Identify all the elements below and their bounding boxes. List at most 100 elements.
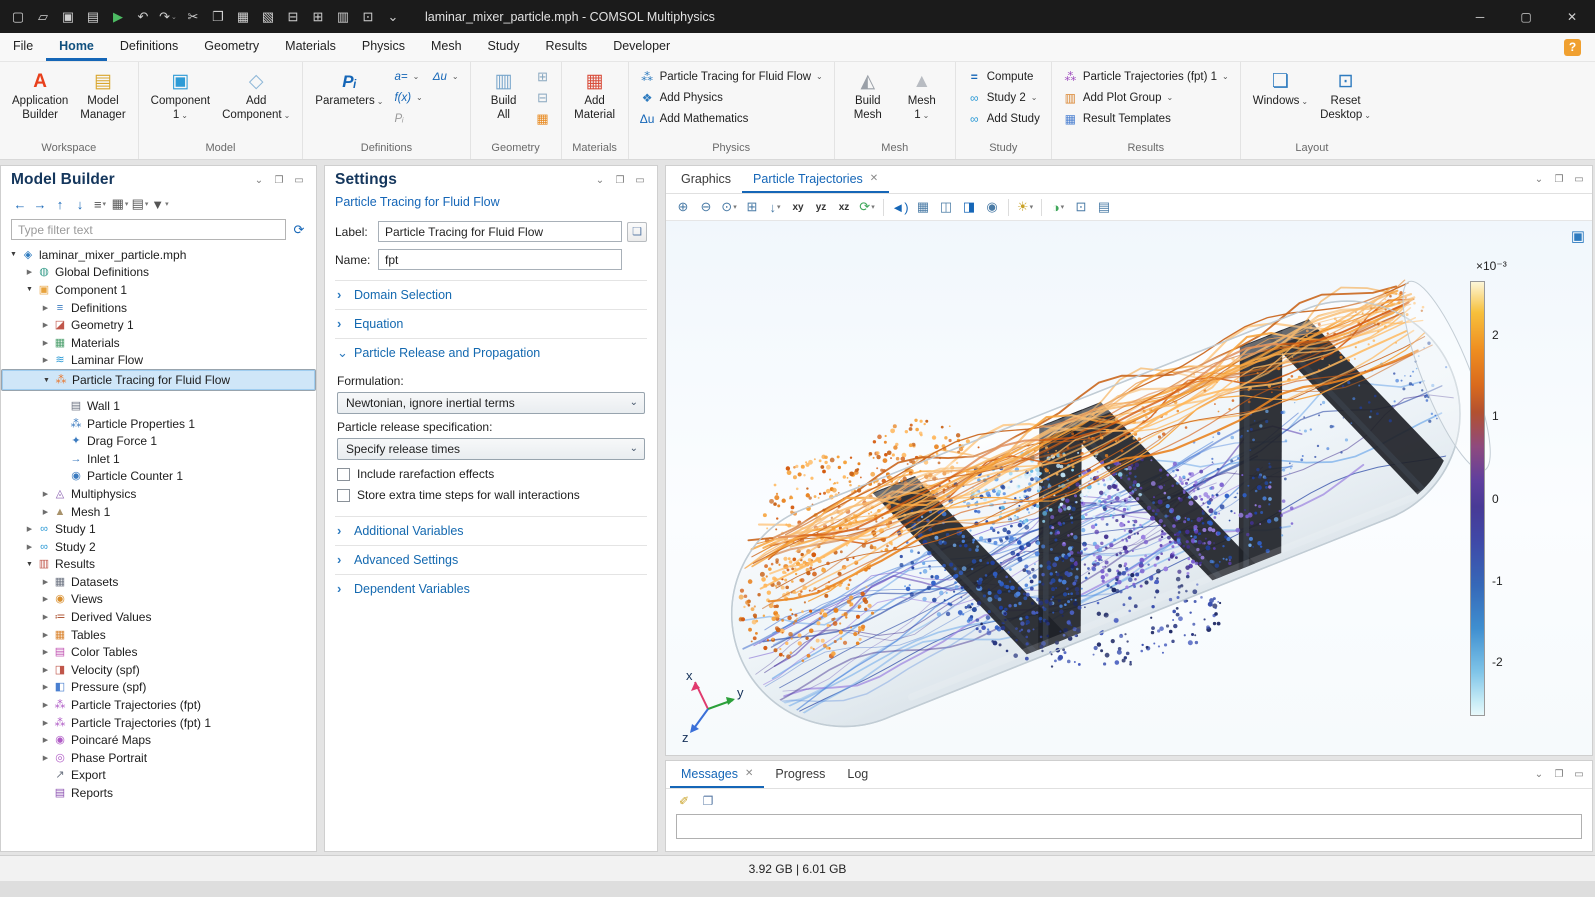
add-material-button[interactable]: ▦ Add Material [569, 66, 621, 124]
zoom-out-button[interactable]: ⊖ [695, 196, 717, 218]
tree-item-mesh-1[interactable]: ▶▲Mesh 1 [1, 503, 316, 521]
tree-item-multiphysics[interactable]: ▶◬Multiphysics [1, 485, 316, 503]
expand-icon[interactable]: ▶ [39, 304, 52, 312]
close-tab-icon[interactable]: ✕ [870, 173, 878, 184]
expand-icon[interactable]: ▶ [39, 648, 52, 656]
expand-icon[interactable]: ▶ [39, 356, 52, 364]
close-tab-icon[interactable]: ✕ [745, 768, 753, 779]
menu-tab-physics[interactable]: Physics [349, 33, 418, 61]
panel-menu-button[interactable]: ⌄ [1530, 171, 1548, 189]
expand-icon[interactable]: ▶ [39, 578, 52, 586]
expand-icon[interactable]: ▶ [39, 631, 52, 639]
collapse-expand-button[interactable]: ▦▾ [111, 194, 129, 214]
panel-options-button[interactable]: ▭ [1570, 171, 1588, 189]
scene-light-button[interactable]: ☀▾ [1014, 196, 1036, 218]
tab-progress[interactable]: Progress [764, 761, 836, 788]
expand-icon[interactable]: ▶ [39, 701, 52, 709]
move-down-button[interactable]: ↓ [71, 194, 89, 214]
refresh-icon[interactable]: ⟳ [290, 222, 308, 238]
maximize-button[interactable]: ▢ [1503, 0, 1549, 33]
show-grid-button[interactable]: ▦ [912, 196, 934, 218]
tree-item-color-tables[interactable]: ▶▤Color Tables [1, 643, 316, 661]
qat-delete-button[interactable]: ⊟ [281, 4, 305, 30]
geometry-parts-button[interactable]: ⊟ [532, 87, 554, 108]
tree-item-geometry-1[interactable]: ▶◪Geometry 1 [1, 316, 316, 334]
zoom-extents-button[interactable]: ⊞ [741, 196, 763, 218]
application-builder-button[interactable]: A Application Builder [7, 66, 73, 124]
tree-item-global-definitions[interactable]: ▶◍Global Definitions [1, 264, 316, 282]
menu-tab-home[interactable]: Home [46, 33, 107, 61]
tab-messages[interactable]: Messages✕ [670, 761, 764, 788]
tree-item-component-1[interactable]: ▼▣Component 1 [1, 281, 316, 299]
tree-item-particle-counter-1[interactable]: ◉Particle Counter 1 [1, 468, 316, 486]
tree-item-reports[interactable]: ▤Reports [1, 784, 316, 802]
component-1-button[interactable]: ▣ Component 1⌄ [146, 66, 215, 124]
minimize-button[interactable]: ─ [1457, 0, 1503, 33]
menu-tab-geometry[interactable]: Geometry [191, 33, 272, 61]
qat-undo-button[interactable]: ↶ [131, 4, 155, 30]
tab-graphics[interactable]: Graphics [670, 166, 742, 193]
section-dependent-variables[interactable]: › Dependent Variables [335, 574, 647, 603]
view-xz-button[interactable]: xz [833, 196, 855, 218]
tree-item-study-1[interactable]: ▶∞Study 1 [1, 520, 316, 538]
section-additional-variables[interactable]: › Additional Variables [335, 516, 647, 545]
definitions-u-button[interactable]: Δu⌄ [429, 66, 463, 87]
menu-tab-study[interactable]: Study [475, 33, 533, 61]
collapse-icon[interactable]: ▼ [40, 377, 53, 384]
tree-item-pressure-spf-[interactable]: ▶◧Pressure (spf) [1, 679, 316, 697]
add-plot-group-button[interactable]: ▥Add Plot Group⌄ [1059, 87, 1233, 108]
tree-item-laminar-flow[interactable]: ▶≋Laminar Flow [1, 352, 316, 370]
tree-item-study-2[interactable]: ▶∞Study 2 [1, 538, 316, 556]
study-2-button[interactable]: ∞Study 2⌄ [963, 87, 1044, 108]
tree-item-tables[interactable]: ▶▦Tables [1, 626, 316, 644]
tab-log[interactable]: Log [836, 761, 879, 788]
menu-tab-results[interactable]: Results [533, 33, 601, 61]
expand-icon[interactable]: ▶ [23, 525, 36, 533]
expand-icon[interactable]: ▶ [39, 595, 52, 603]
name-field-input[interactable] [378, 249, 622, 270]
add-component-button[interactable]: ◇ Add Component⌄ [217, 66, 295, 124]
view-yz-button[interactable]: yz [810, 196, 832, 218]
expand-icon[interactable]: ▶ [39, 719, 52, 727]
result-templates-button[interactable]: ▦Result Templates [1059, 108, 1233, 129]
section-equation[interactable]: › Equation [335, 309, 647, 338]
tree-item-phase-portrait[interactable]: ▶◎Phase Portrait [1, 749, 316, 767]
mesh-1-button[interactable]: ▲ Mesh 1⌄ [896, 66, 948, 124]
expand-icon[interactable]: ▶ [39, 508, 52, 516]
model-manager-button[interactable]: ▤ Model Manager [75, 66, 130, 124]
menu-tab-developer[interactable]: Developer [600, 33, 683, 61]
tree-item-derived-values[interactable]: ▶≔Derived Values [1, 608, 316, 626]
panel-options-button[interactable]: ▭ [290, 171, 308, 189]
qat-copy-button[interactable]: ❐ [206, 4, 230, 30]
expand-icon[interactable]: ▶ [23, 268, 36, 276]
qat-cut-button[interactable]: ✂ [181, 4, 205, 30]
section-particle-release[interactable]: ⌄ Particle Release and Propagation [335, 338, 647, 367]
add-physics-button[interactable]: ❖Add Physics [636, 87, 827, 108]
environment-button[interactable]: ◑▾ [1047, 196, 1069, 218]
tree-item-particle-tracing-for-fluid-flow[interactable]: ▼⁂Particle Tracing for Fluid Flow [1, 369, 316, 391]
snapshot-button[interactable]: ⊡ [1070, 196, 1092, 218]
reset-desktop-button[interactable]: ⊡ Reset Desktop⌄ [1315, 66, 1376, 124]
particle-tracing-for-fluid-flow-button[interactable]: ⁂Particle Tracing for Fluid Flow⌄ [636, 66, 827, 87]
help-icon[interactable]: ? [1564, 39, 1581, 56]
float-panel-button[interactable]: ❐ [1550, 171, 1568, 189]
filter-button[interactable]: ▼▾ [151, 194, 169, 214]
menu-tab-mesh[interactable]: Mesh [418, 33, 475, 61]
tree-filter-input[interactable] [11, 219, 286, 240]
zoom-box-button[interactable]: ⊙▾ [718, 196, 740, 218]
lock-axes-button[interactable]: ◉ [981, 196, 1003, 218]
tree-item-particle-properties-1[interactable]: ⁂Particle Properties 1 [1, 415, 316, 433]
clear-log-button[interactable]: ✐ [674, 791, 694, 810]
tree-item-velocity-spf-[interactable]: ▶◨Velocity (spf) [1, 661, 316, 679]
tree-item-particle-trajectories-fpt-[interactable]: ▶⁂Particle Trajectories (fpt) [1, 696, 316, 714]
build-all-button[interactable]: ▥ Build All [478, 66, 530, 124]
qat-customize-toolbar-button[interactable]: ⌄ [381, 4, 405, 30]
messages-log-area[interactable] [676, 814, 1582, 839]
node-label-options-button[interactable]: ▤▾ [131, 194, 149, 214]
move-up-button[interactable]: ↑ [51, 194, 69, 214]
build-mesh-button[interactable]: ◭ Build Mesh [842, 66, 894, 124]
windows-button[interactable]: ❏ Windows⌄ [1248, 66, 1313, 111]
qat-new-file-button[interactable]: ▢ [6, 4, 30, 30]
panel-options-button[interactable]: ▭ [1570, 766, 1588, 784]
qat-redo-button[interactable]: ↷⌄ [156, 4, 180, 30]
